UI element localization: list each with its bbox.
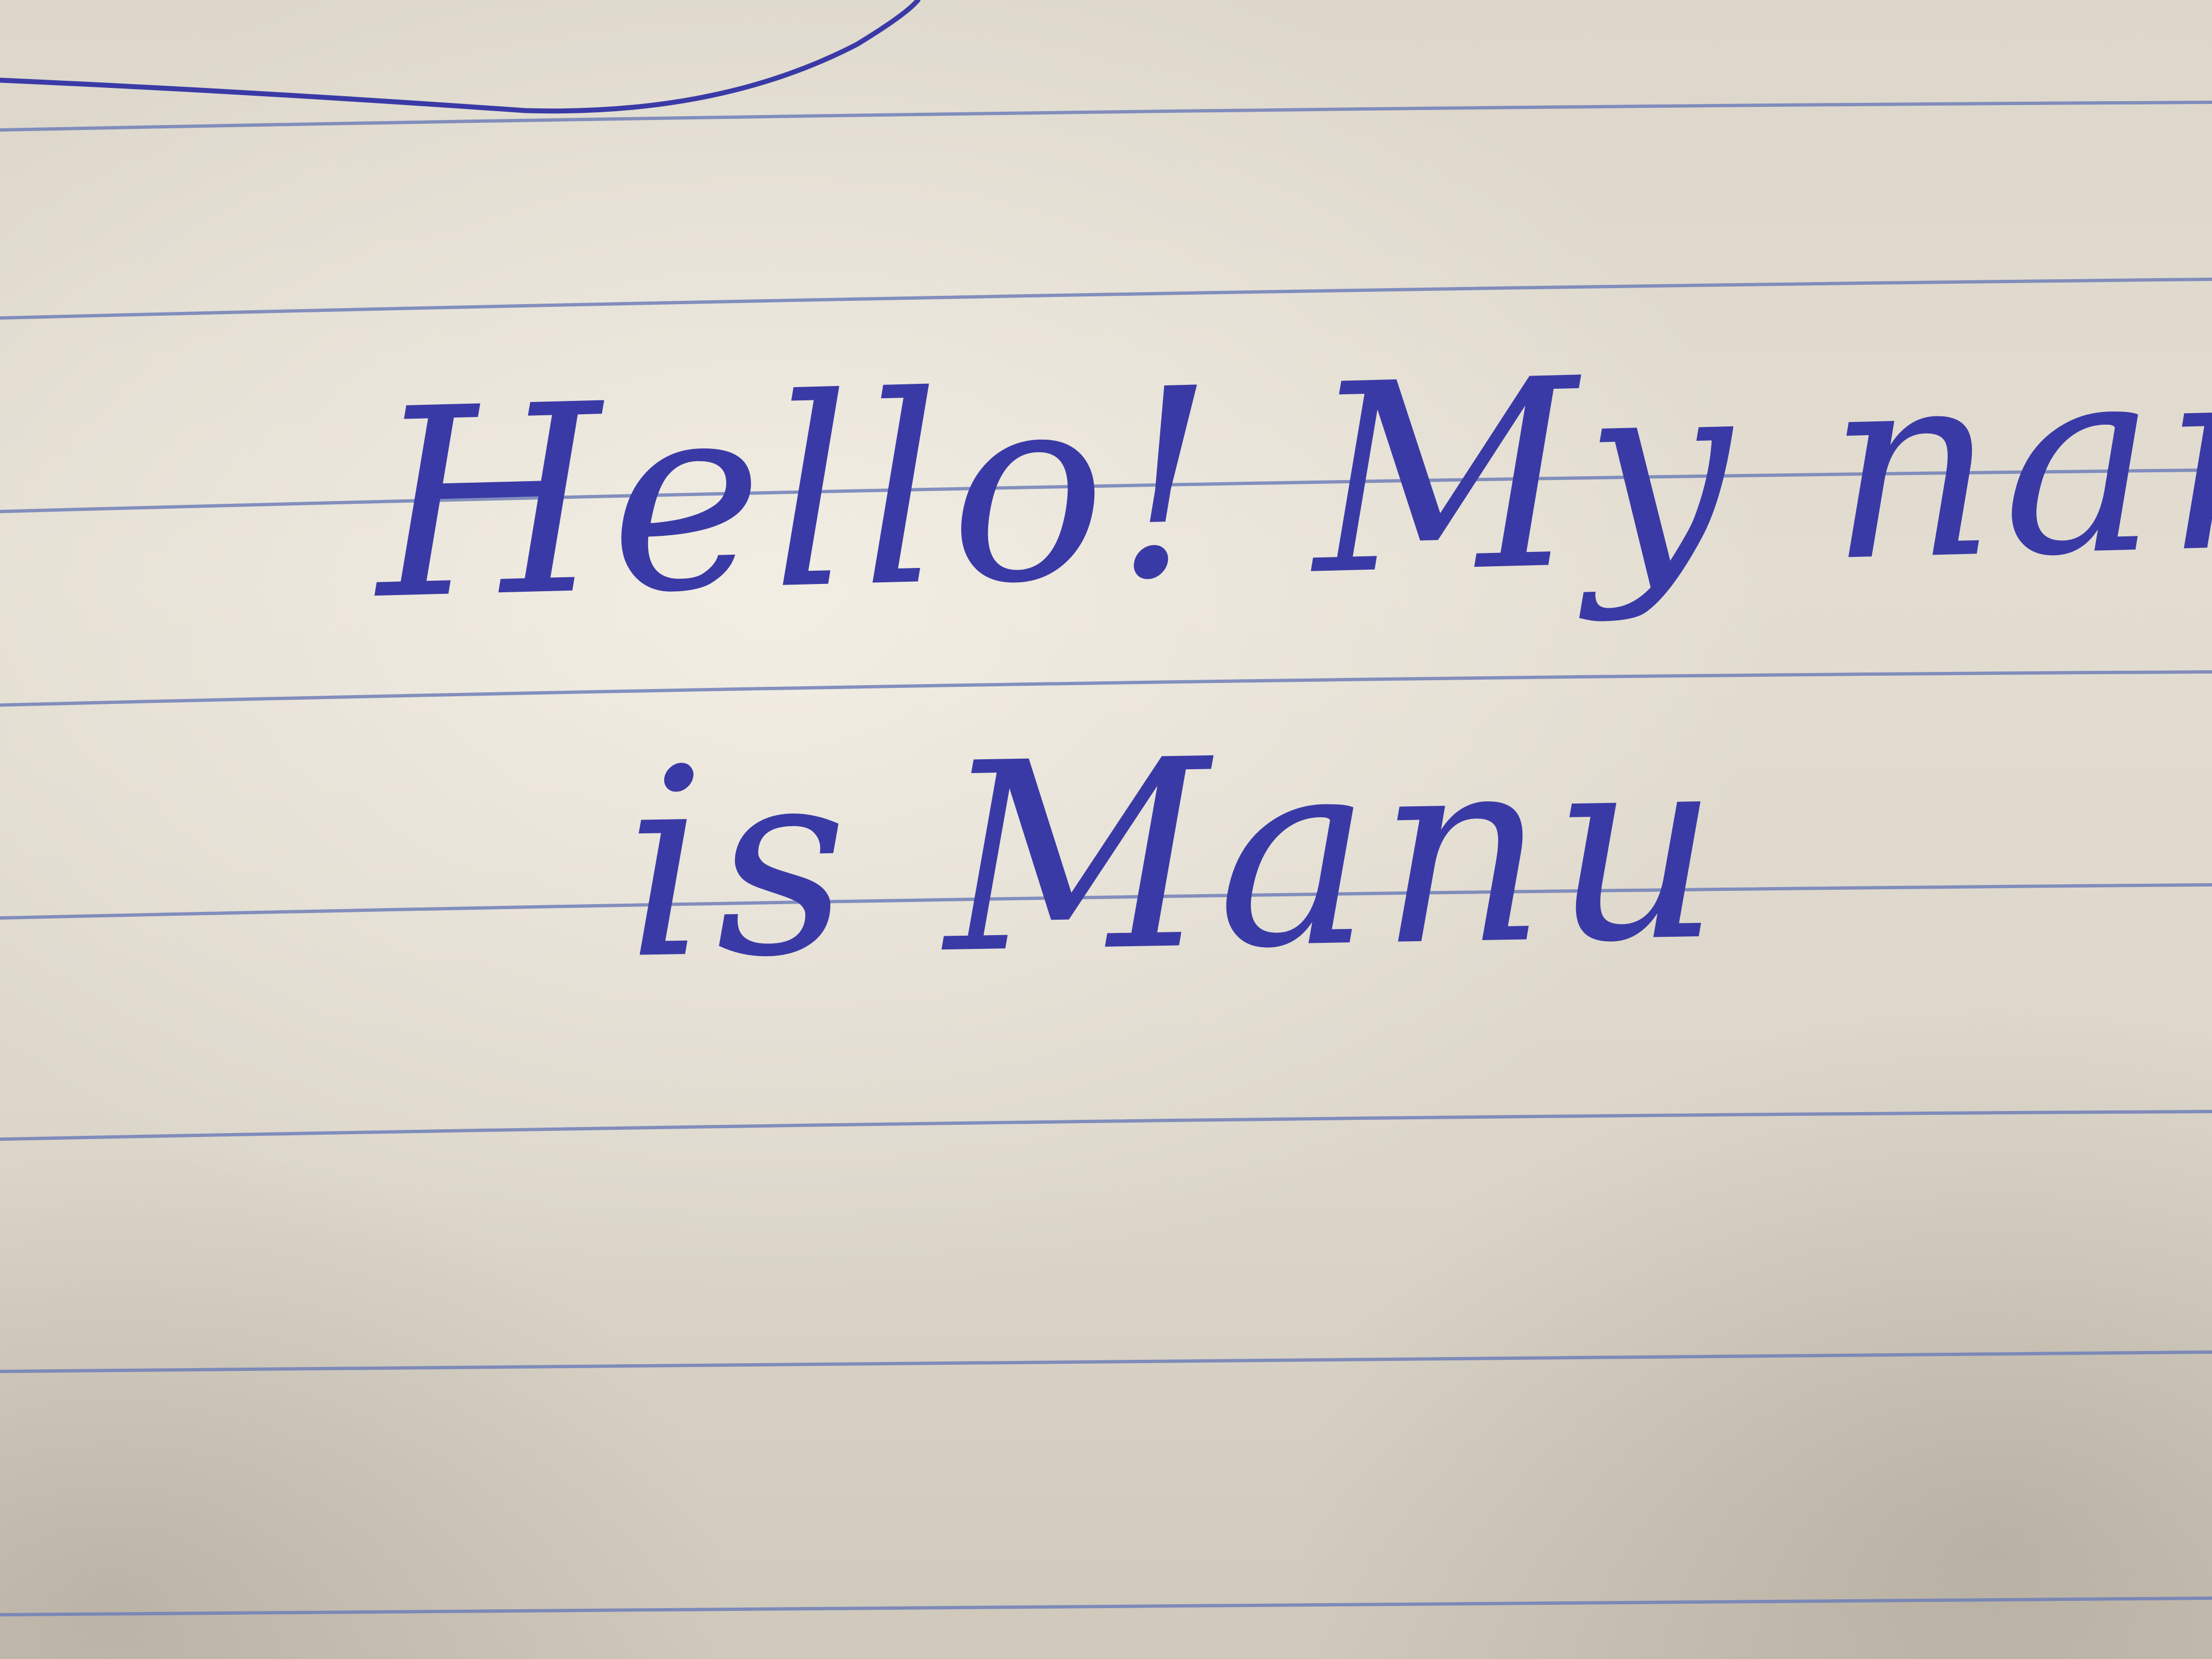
ruled-line [0,670,2212,707]
ruled-line [0,1350,2212,1373]
drawn-curve-stroke [0,0,921,114]
lined-paper-sheet: Hello! My name is Manu [0,0,2212,1659]
ruled-line [0,1110,2212,1141]
handwritten-line-2: is Manu [622,695,1729,1016]
ruled-line [0,278,2212,320]
handwritten-line-1: Hello! My name [372,296,2212,657]
ruled-line [0,101,2212,132]
ruled-line [0,1597,2212,1616]
